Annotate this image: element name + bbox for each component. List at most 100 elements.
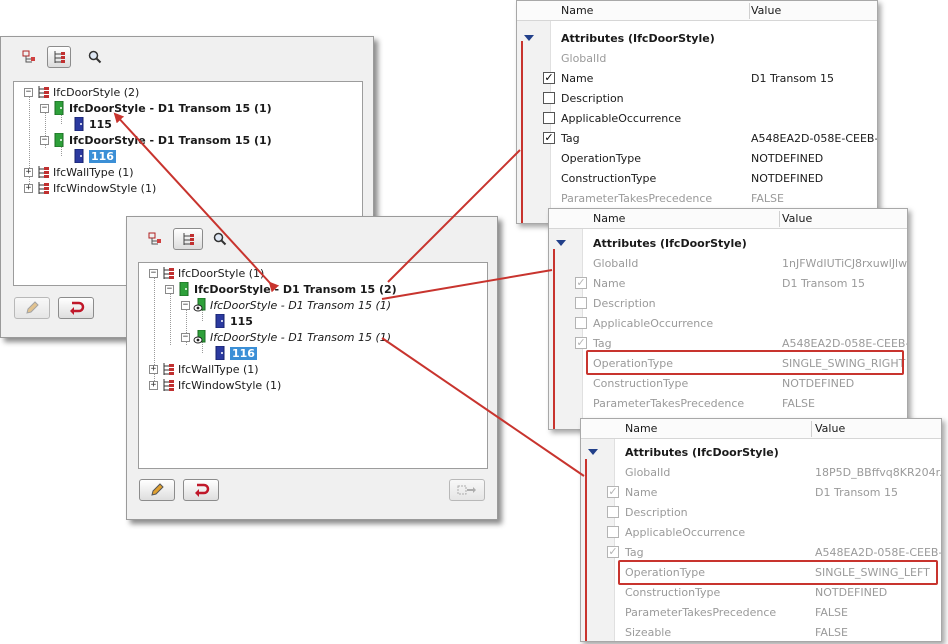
checkbox[interactable] — [607, 506, 619, 518]
back-edit-button[interactable] — [14, 297, 50, 319]
green-door-icon — [52, 132, 66, 148]
property-row-constructiontype[interactable]: ConstructionType NOTDEFINED — [581, 583, 941, 603]
property-row-operationtype[interactable]: OperationType NOTDEFINED — [517, 149, 877, 169]
property-row-sizeable[interactable]: Sizeable FALSE — [581, 623, 941, 641]
checkbox-checked[interactable]: ✓ — [575, 337, 587, 349]
collapse-triangle-icon[interactable] — [524, 35, 534, 41]
property-row-name[interactable]: ✓ Name D1 Transom 15 — [581, 483, 941, 503]
checkbox-checked[interactable]: ✓ — [575, 277, 587, 289]
tree-node-ifcwalltype[interactable]: + IfcWallType (1) — [149, 361, 259, 377]
property-row-constructiontype[interactable]: ConstructionType NOTDEFINED — [517, 169, 877, 189]
property-value: FALSE — [815, 606, 848, 619]
expand-toggle[interactable]: + — [24, 183, 33, 193]
blue-door-icon — [72, 116, 86, 132]
property-row-constructiontype[interactable]: ConstructionType NOTDEFINED — [549, 374, 907, 394]
collapse-toggle[interactable]: − — [40, 135, 49, 145]
category-row[interactable]: Attributes (IfcDoorStyle) — [581, 443, 941, 463]
pencil-icon — [26, 301, 39, 314]
property-row-parametertakesprecedence[interactable]: ParameterTakesPrecedence FALSE — [549, 394, 907, 414]
collapse-toggle[interactable]: − — [40, 103, 49, 113]
property-name: ConstructionType — [561, 172, 657, 185]
front-apply-button[interactable] — [449, 479, 485, 501]
property-row-globalid[interactable]: GlobalId — [517, 49, 877, 69]
tree-node-door-116[interactable]: 116 — [213, 345, 257, 361]
tree-node-ifcwalltype[interactable]: + IfcWallType (1) — [24, 164, 134, 180]
back-search-button[interactable] — [83, 46, 107, 68]
column-header-name[interactable]: Name — [625, 422, 657, 435]
checkbox-checked[interactable]: ✓ — [543, 132, 555, 144]
tree-node-door-116[interactable]: 116 — [72, 148, 116, 164]
checkbox[interactable] — [607, 526, 619, 538]
tree-node-door-115[interactable]: 115 — [72, 116, 112, 132]
property-name: GlobalId — [561, 52, 607, 65]
collapse-toggle[interactable]: − — [165, 284, 174, 294]
property-row-description[interactable]: Description — [549, 294, 907, 314]
column-header-value[interactable]: Value — [815, 422, 845, 435]
back-hierarchy-button[interactable] — [47, 46, 71, 68]
collapse-triangle-icon[interactable] — [588, 449, 598, 455]
collapse-toggle[interactable]: − — [181, 332, 190, 342]
property-row-tag[interactable]: ✓ Tag A548EA2D-058E-CEEB-... — [517, 129, 877, 149]
property-row-parametertakesprecedence[interactable]: ParameterTakesPrecedence FALSE — [517, 189, 877, 209]
expand-toggle[interactable]: + — [149, 364, 158, 374]
property-row-applicable[interactable]: ApplicableOccurrence — [581, 523, 941, 543]
property-grid-1[interactable]: Name Value Attributes (IfcDoorStyle) Glo… — [516, 0, 878, 224]
property-row-applicable[interactable]: ApplicableOccurrence — [517, 109, 877, 129]
collapse-tree-icon — [22, 50, 35, 63]
checkbox[interactable] — [575, 297, 587, 309]
back-collapse-button[interactable] — [16, 46, 40, 68]
ifc-type-icon — [36, 181, 50, 195]
property-row-description[interactable]: Description — [517, 89, 877, 109]
property-row-globalid[interactable]: GlobalId 18P5D_BBffvq8KR204r... — [581, 463, 941, 483]
property-name: ParameterTakesPrecedence — [625, 606, 777, 619]
tree-node-door-style[interactable]: − IfcDoorStyle - D1 Transom 15 (2) — [165, 281, 397, 297]
back-undo-button[interactable] — [58, 297, 94, 319]
front-collapse-button[interactable] — [142, 228, 166, 250]
checkbox-checked[interactable]: ✓ — [607, 546, 619, 558]
tree-node-ifcdoorstyle[interactable]: − IfcDoorStyle (2) — [24, 84, 139, 100]
expand-toggle[interactable]: + — [149, 380, 158, 390]
category-row[interactable]: Attributes (IfcDoorStyle) — [549, 234, 907, 254]
column-header-value[interactable]: Value — [782, 212, 812, 225]
tree-node-door-style-1[interactable]: − IfcDoorStyle - D1 Transom 15 (1) — [40, 100, 272, 116]
tree-node-door-115[interactable]: 115 — [213, 313, 253, 329]
expand-toggle[interactable]: + — [24, 167, 33, 177]
column-header-name[interactable]: Name — [593, 212, 625, 225]
property-row-description[interactable]: Description — [581, 503, 941, 523]
front-undo-button[interactable] — [183, 479, 219, 501]
tree-node-door-style-variant-2[interactable]: − IfcDoorStyle - D1 Transom 15 (1) — [181, 329, 391, 345]
green-door-eye-icon — [193, 329, 207, 344]
tree-node-ifcwindowstyle[interactable]: + IfcWindowStyle (1) — [24, 180, 156, 196]
column-header-value[interactable]: Value — [751, 4, 781, 17]
collapse-toggle[interactable]: − — [149, 268, 158, 278]
property-grid-3[interactable]: Name Value Attributes (IfcDoorStyle) Glo… — [580, 418, 942, 642]
property-row-name[interactable]: ✓ Name D1 Transom 15 — [549, 274, 907, 294]
tree-node-door-style-variant-1[interactable]: − IfcDoorStyle - D1 Transom 15 (1) — [181, 297, 391, 313]
property-row-applicable[interactable]: ApplicableOccurrence — [549, 314, 907, 334]
front-tree-view[interactable]: − IfcDoorStyle (1) − IfcDoorStyle - D1 T… — [138, 262, 488, 469]
front-hierarchy-button[interactable] — [173, 228, 203, 250]
collapse-toggle[interactable]: − — [181, 300, 190, 310]
checkbox[interactable] — [543, 92, 555, 104]
red-annotation-bar — [585, 459, 587, 641]
front-edit-button[interactable] — [139, 479, 175, 501]
tree-node-door-style-2[interactable]: − IfcDoorStyle - D1 Transom 15 (1) — [40, 132, 272, 148]
property-grid-2[interactable]: Name Value Attributes (IfcDoorStyle) Glo… — [548, 208, 908, 430]
checkbox[interactable] — [575, 317, 587, 329]
property-row-globalid[interactable]: GlobalId 1nJFWdIUTiCJ8rxuwlJlwo — [549, 254, 907, 274]
front-search-button[interactable] — [208, 228, 232, 250]
checkbox-checked[interactable]: ✓ — [543, 72, 555, 84]
tree-node-ifcdoorstyle[interactable]: − IfcDoorStyle (1) — [149, 265, 264, 281]
tree-node-label: IfcDoorStyle - D1 Transom 15 (1) — [69, 101, 272, 115]
column-header-name[interactable]: Name — [561, 4, 593, 17]
collapse-triangle-icon[interactable] — [556, 240, 566, 246]
property-row-name[interactable]: ✓ Name D1 Transom 15 — [517, 69, 877, 89]
category-row[interactable]: Attributes (IfcDoorStyle) — [517, 29, 877, 49]
property-name: Description — [593, 297, 656, 310]
checkbox[interactable] — [543, 112, 555, 124]
collapse-toggle[interactable]: − — [24, 87, 33, 97]
checkbox-checked[interactable]: ✓ — [607, 486, 619, 498]
tree-node-ifcwindowstyle[interactable]: + IfcWindowStyle (1) — [149, 377, 281, 393]
property-row-parametertakesprecedence[interactable]: ParameterTakesPrecedence FALSE — [581, 603, 941, 623]
green-door-icon — [177, 281, 191, 297]
